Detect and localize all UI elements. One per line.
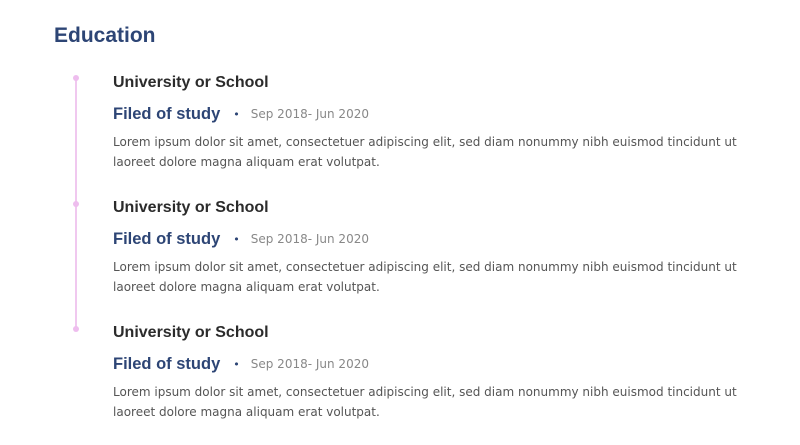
study-dates: Sep 2018- Jun 2020 — [250, 357, 369, 371]
field-of-study: Filed of study — [113, 354, 221, 373]
study-meta-row: Filed of study • Sep 2018- Jun 2020 — [113, 228, 773, 250]
bullet-separator: • — [233, 357, 240, 371]
timeline-dot — [73, 75, 79, 81]
field-of-study: Filed of study — [113, 104, 221, 123]
bullet-separator: • — [233, 107, 240, 121]
education-entry: University or School Filed of study • Se… — [113, 198, 773, 297]
entry-description: Lorem ipsum dolor sit amet, consectetuer… — [113, 260, 737, 294]
school-name: University or School — [113, 324, 269, 341]
section-title: Education — [54, 24, 156, 47]
study-meta-row: Filed of study • Sep 2018- Jun 2020 — [113, 353, 773, 375]
field-of-study: Filed of study — [113, 229, 221, 248]
study-dates: Sep 2018- Jun 2020 — [250, 232, 369, 246]
study-dates: Sep 2018- Jun 2020 — [250, 107, 369, 121]
timeline-dot — [73, 201, 79, 207]
timeline-dot — [73, 326, 79, 332]
education-entry: University or School Filed of study • Se… — [113, 73, 773, 172]
study-meta-row: Filed of study • Sep 2018- Jun 2020 — [113, 103, 773, 125]
school-name: University or School — [113, 74, 269, 91]
entry-description: Lorem ipsum dolor sit amet, consectetuer… — [113, 385, 737, 419]
entry-description: Lorem ipsum dolor sit amet, consectetuer… — [113, 135, 737, 169]
education-entry: University or School Filed of study • Se… — [113, 323, 773, 422]
bullet-separator: • — [233, 232, 240, 246]
school-name: University or School — [113, 199, 269, 216]
